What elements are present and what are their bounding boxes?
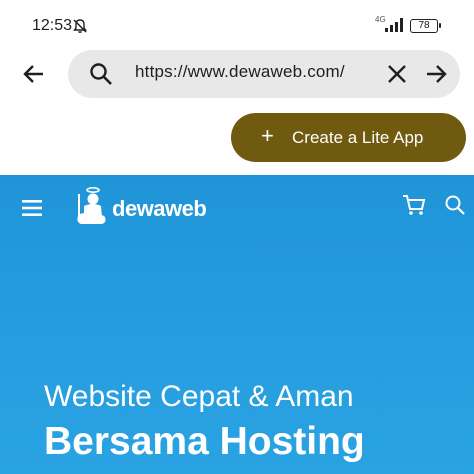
create-lite-app-label: Create a Lite App	[292, 128, 424, 147]
close-icon[interactable]	[385, 62, 409, 86]
forward-arrow-icon[interactable]	[423, 61, 449, 87]
logo-text[interactable]: dewaweb	[112, 196, 207, 222]
back-arrow-icon[interactable]	[21, 61, 47, 87]
search-icon	[90, 63, 112, 85]
status-time: 12:53	[32, 17, 73, 34]
url-text[interactable]: https://www.dewaweb.com/	[135, 62, 345, 82]
site-search-icon[interactable]	[444, 194, 466, 216]
battery-indicator: 78	[410, 19, 441, 33]
plus-icon: +	[261, 123, 274, 148]
hero-title: Bersama Hosting	[44, 420, 365, 463]
cart-icon[interactable]	[402, 194, 426, 216]
bell-muted-icon	[73, 19, 87, 33]
create-lite-app-button[interactable]: + Create a Lite App	[231, 113, 466, 162]
hero-subtitle: Website Cepat & Aman	[44, 380, 354, 413]
signal-icon	[385, 18, 403, 32]
menu-icon[interactable]	[22, 200, 42, 216]
dewaweb-logo-icon[interactable]	[74, 186, 108, 228]
